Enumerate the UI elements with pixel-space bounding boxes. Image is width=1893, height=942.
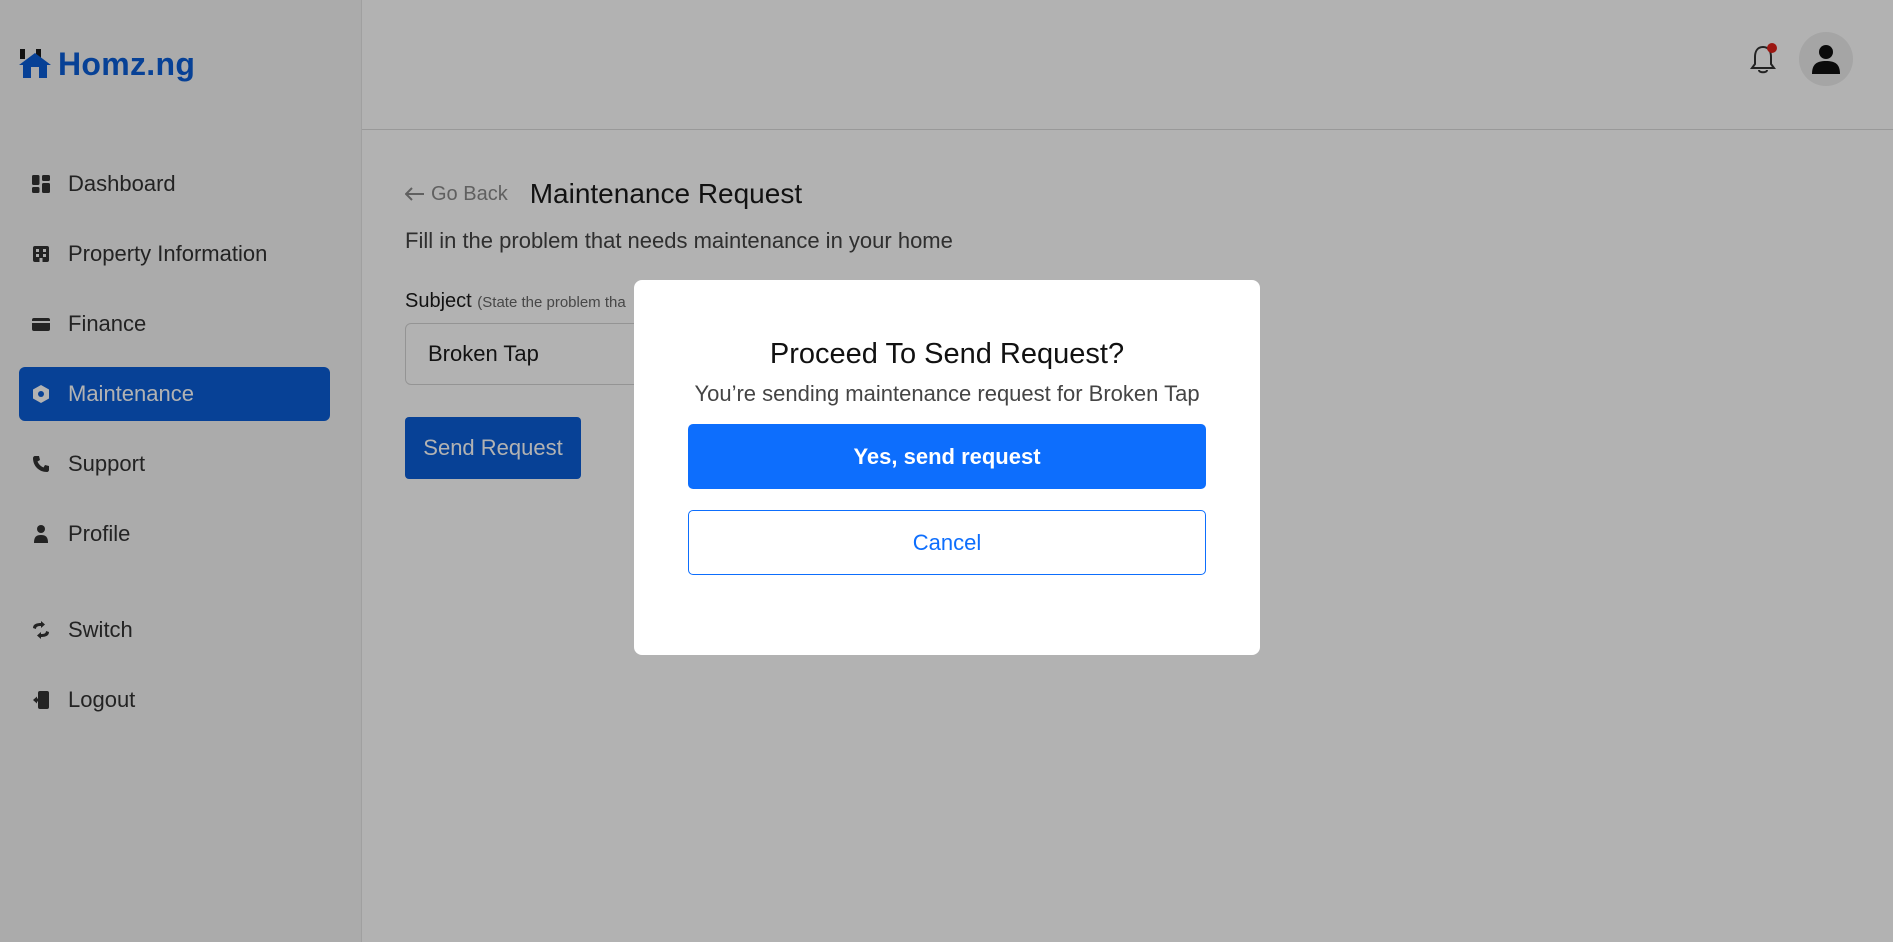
dialog-message: You’re sending maintenance request for B…	[694, 381, 1200, 406]
dialog-title: Proceed To Send Request?	[769, 338, 1125, 370]
confirm-dialog: Proceed To Send Request? You’re sending …	[634, 280, 1260, 655]
confirm-send-button[interactable]: Yes, send request	[688, 424, 1206, 489]
app-root: Homz.ng Dashboard Property Information F…	[0, 0, 1893, 942]
cancel-button[interactable]: Cancel	[688, 510, 1206, 575]
